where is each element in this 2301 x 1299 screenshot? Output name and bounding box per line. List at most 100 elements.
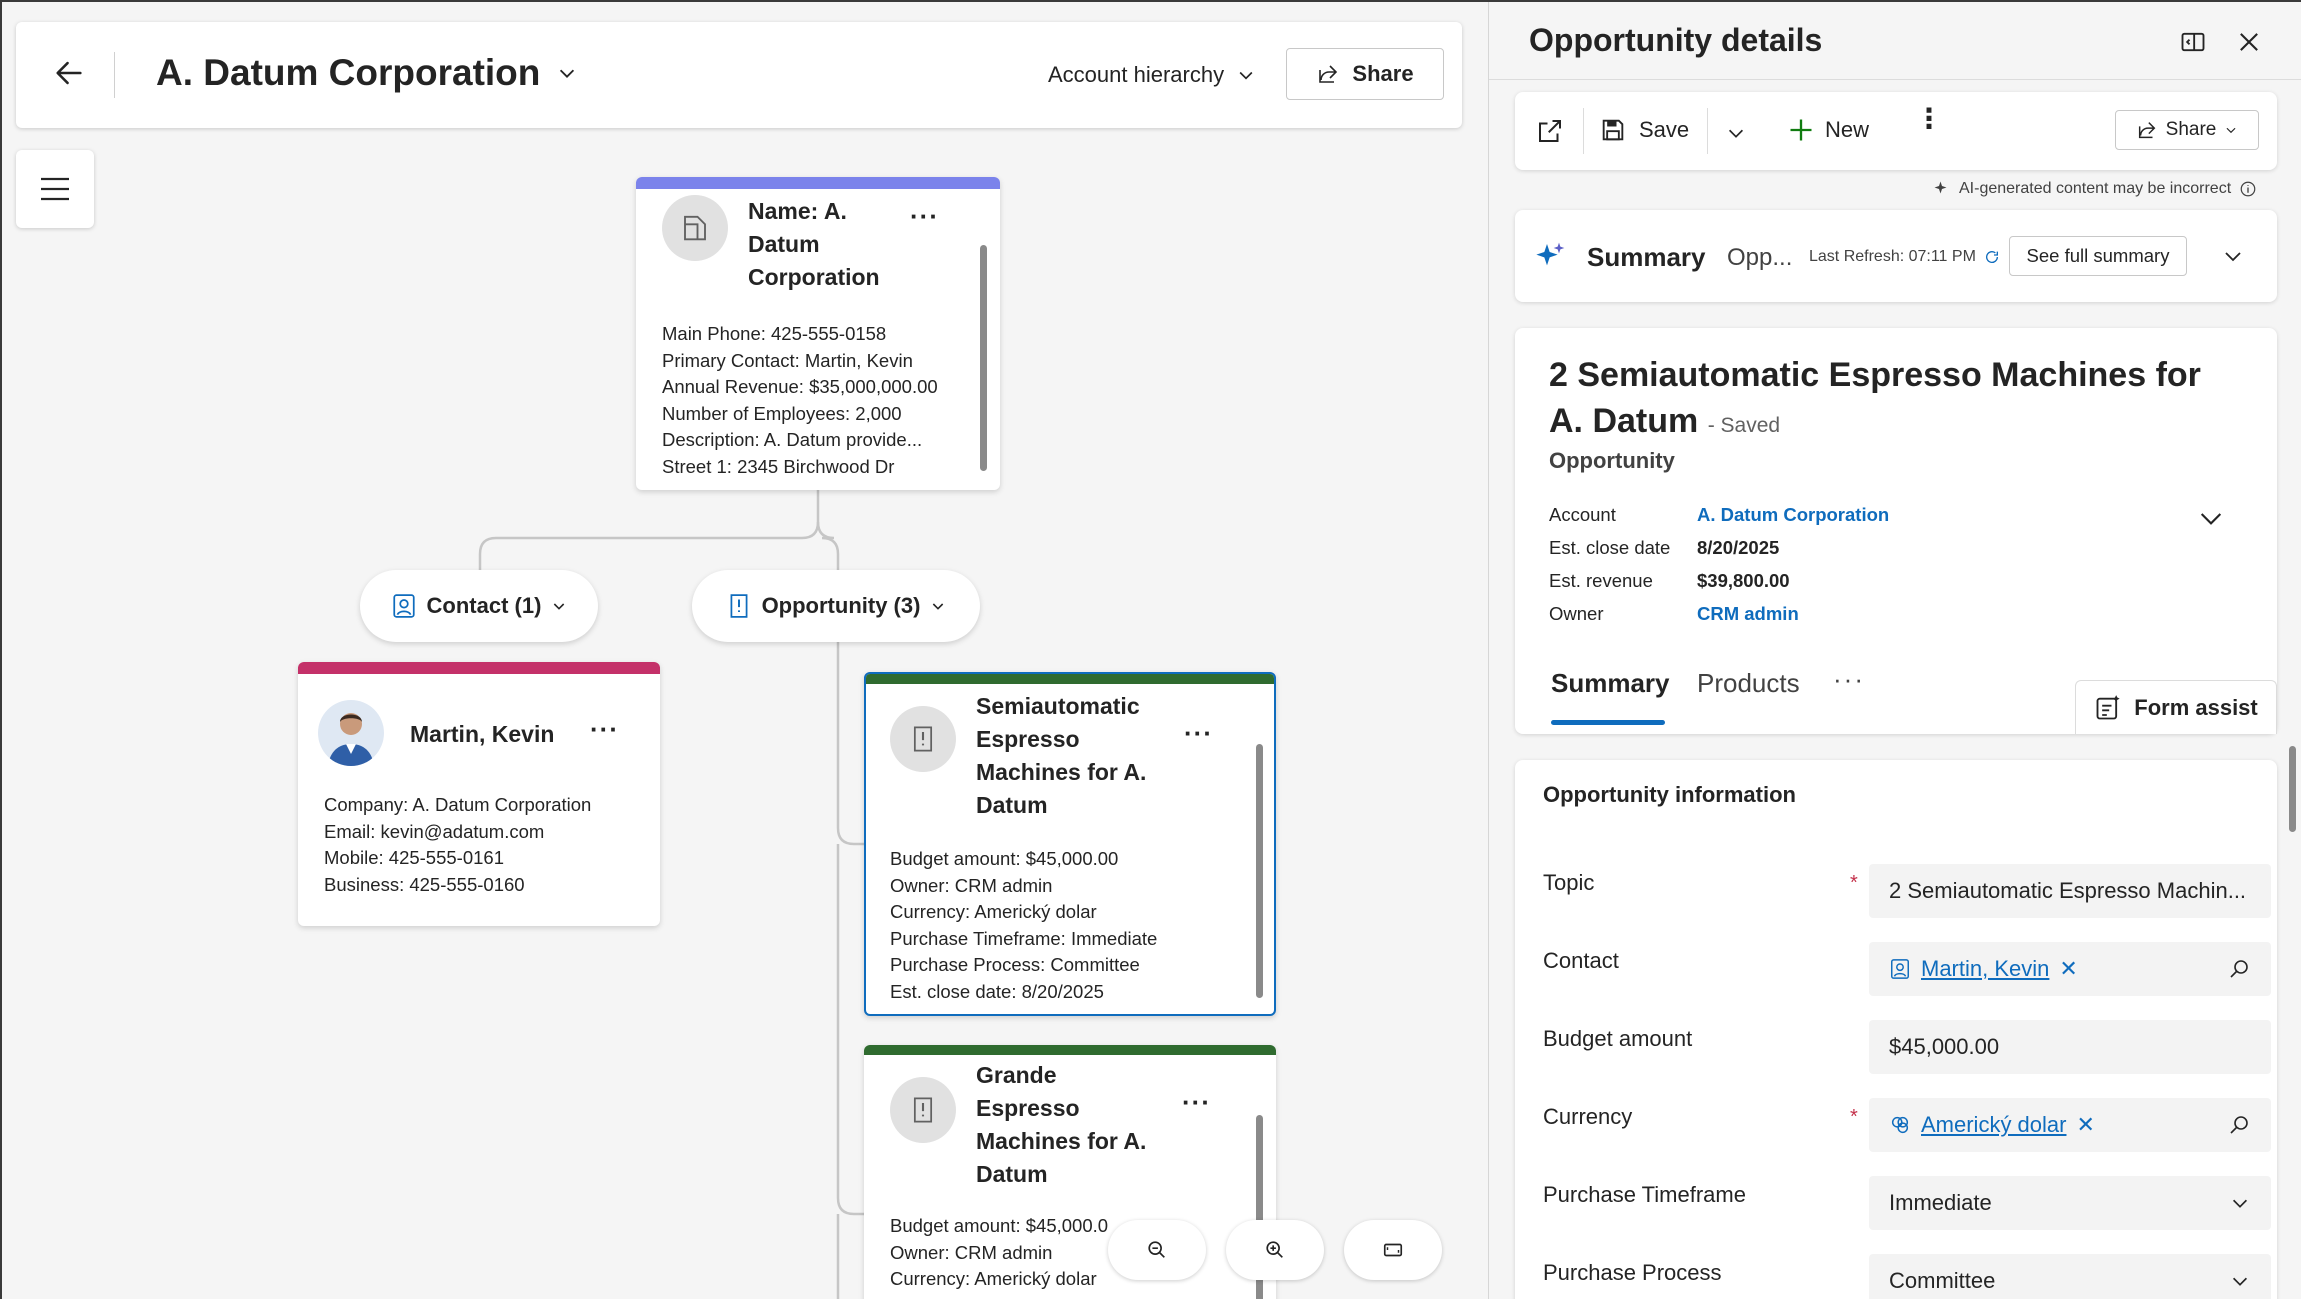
opportunity-card-selected[interactable]: Semiautomatic Espresso Machines for A. D…: [864, 672, 1276, 1016]
fit-screen-icon: [1382, 1239, 1404, 1261]
search-icon[interactable]: [2227, 1113, 2251, 1137]
form-assist-label: Form assist: [2134, 694, 2258, 720]
card-accent-bar: [298, 662, 660, 674]
record-title: 2 Semiautomatic Espresso Machines for A.…: [1549, 352, 2201, 449]
contact-link[interactable]: Martin, Kevin: [1921, 956, 2049, 982]
last-refresh: Last Refresh: 07:11 PM: [1809, 248, 2000, 266]
copilot-sparkle-icon: [1535, 240, 1567, 272]
budget-amount-input[interactable]: $45,000.00: [1869, 1020, 2271, 1074]
tab-summary[interactable]: Summary: [1551, 668, 1670, 699]
tab-products[interactable]: Products: [1697, 668, 1800, 699]
zoom-out-button[interactable]: [1108, 1220, 1206, 1280]
account-link[interactable]: A. Datum Corporation: [1697, 498, 1889, 531]
save-button[interactable]: Save: [1599, 116, 1689, 144]
close-icon[interactable]: [2235, 28, 2263, 56]
fit-to-screen-button[interactable]: [1344, 1220, 1442, 1280]
currency-link[interactable]: Americký dolar: [1921, 1112, 2066, 1138]
topic-label: Topic: [1543, 870, 1595, 895]
toolbar-divider: [1707, 108, 1708, 154]
saved-status: - Saved: [1707, 414, 1781, 437]
opportunity-card-details: Budget amount: $45,000.0 Owner: CRM admi…: [890, 1213, 1108, 1293]
title-line: Semiautomatic: [976, 693, 1140, 719]
share-label: Share: [2165, 119, 2217, 140]
record-title-line: 2 Semiautomatic Espresso Machines for: [1549, 356, 2201, 394]
more-commands-icon[interactable]: ⋮: [1915, 105, 1943, 133]
currency-lookup[interactable]: Americký dolar ✕: [1869, 1098, 2271, 1152]
card-scrollbar[interactable]: [1256, 744, 1263, 998]
opportunity-information-section: Opportunity information Topic * 2 Semiau…: [1515, 760, 2277, 1299]
contact-lookup[interactable]: Martin, Kevin ✕: [1869, 942, 2271, 996]
search-icon[interactable]: [2227, 957, 2251, 981]
chevron-down-icon: [2229, 1270, 2251, 1292]
new-label: New: [1825, 117, 1870, 142]
header-field-values: A. Datum Corporation 8/20/2025 $39,800.0…: [1697, 498, 1889, 630]
more-options-icon[interactable]: ···: [590, 714, 619, 745]
card-scrollbar[interactable]: [980, 245, 987, 471]
account-card-title: Name: A. Datum Corporation: [748, 195, 880, 294]
zoom-in-button[interactable]: [1226, 1220, 1324, 1280]
form-assist-button[interactable]: Form assist: [2075, 680, 2277, 734]
entity-type: Opportunity: [1549, 448, 1675, 473]
opportunity-card-title: Semiautomatic Espresso Machines for A. D…: [976, 690, 1146, 822]
expand-header-chevron-icon[interactable]: [2195, 502, 2227, 534]
expand-panel-icon[interactable]: [2179, 28, 2207, 56]
opportunity-group-pill[interactable]: Opportunity (3): [692, 570, 980, 642]
more-options-icon[interactable]: ···: [910, 201, 939, 232]
purchase-process-label: Purchase Process: [1543, 1260, 1722, 1285]
panel-share-button[interactable]: Share: [2115, 110, 2259, 150]
form-assist-icon: [2094, 694, 2122, 722]
share-icon: [2136, 119, 2158, 141]
zoom-in-icon: [1264, 1239, 1286, 1261]
more-tabs-icon[interactable]: ···: [1833, 664, 1865, 695]
chevron-down-icon[interactable]: [2221, 244, 2245, 268]
record-title-line: A. Datum: [1549, 402, 1699, 440]
chevron-down-icon: [2224, 123, 2238, 137]
opportunity-card[interactable]: Grande Espresso Machines for A. Datum ··…: [864, 1045, 1276, 1299]
currency-label: Currency: [1543, 1104, 1633, 1129]
remove-icon[interactable]: ✕: [2076, 1112, 2094, 1138]
chevron-down-icon: [2229, 1192, 2251, 1214]
title-line: Espresso: [976, 1095, 1080, 1121]
title-line: Datum: [976, 1161, 1048, 1187]
detail-line: Owner: CRM admin: [890, 874, 1053, 896]
header-field-value: $39,800.00: [1697, 570, 1790, 591]
header-field-labels: Account Est. close date Est. revenue Own…: [1549, 498, 1670, 630]
chevron-down-icon: [930, 598, 946, 614]
account-card[interactable]: Name: A. Datum Corporation ··· Main Phon…: [636, 177, 1000, 490]
header-field-label: Est. close date: [1549, 537, 1671, 558]
title-line: Datum: [748, 231, 820, 257]
purchase-timeframe-select[interactable]: Immediate: [1869, 1176, 2271, 1230]
contact-card-title: Martin, Kevin: [410, 721, 555, 747]
contact-icon: [391, 593, 417, 619]
account-card-details: Main Phone: 425-555-0158 Primary Contact…: [662, 321, 938, 480]
purchase-process-select[interactable]: Committee: [1869, 1254, 2271, 1299]
avatar: [318, 700, 384, 766]
title-line: Machines for A.: [976, 1128, 1147, 1154]
panel-scrollbar[interactable]: [2289, 746, 2296, 832]
detail-line: Business: 425-555-0160: [324, 873, 525, 895]
more-options-icon[interactable]: ···: [1182, 1087, 1211, 1118]
owner-link[interactable]: CRM admin: [1697, 597, 1889, 630]
detail-line: Description: A. Datum provide...: [662, 429, 923, 450]
open-in-new-window-icon[interactable]: [1535, 116, 1565, 146]
detail-line: Street 1: 2345 Birchwood Dr: [662, 455, 895, 477]
contact-group-pill[interactable]: Contact (1): [360, 570, 598, 642]
title-line: Espresso: [976, 726, 1080, 752]
detail-line: Currency: Americký dolar: [890, 901, 1097, 922]
info-icon[interactable]: [2239, 180, 2257, 198]
save-options-chevron-icon[interactable]: [1725, 122, 1747, 144]
opportunity-card-details: Budget amount: $45,000.00 Owner: CRM adm…: [890, 846, 1157, 1005]
purchase-timeframe-label: Purchase Timeframe: [1543, 1182, 1746, 1207]
see-full-summary-button[interactable]: See full summary: [2009, 236, 2187, 276]
header-field-label: Est. revenue: [1549, 570, 1653, 591]
new-button[interactable]: New: [1787, 116, 1869, 144]
refresh-icon[interactable]: [1984, 249, 2000, 265]
remove-icon[interactable]: ✕: [2059, 956, 2077, 982]
last-refresh-text: Last Refresh: 07:11 PM: [1809, 248, 1976, 265]
detail-line: Budget amount: $45,000.0: [890, 1215, 1109, 1236]
section-title: Opportunity information: [1543, 782, 1796, 807]
more-options-icon[interactable]: ···: [1184, 718, 1213, 749]
topic-input[interactable]: 2 Semiautomatic Espresso Machin...: [1869, 864, 2271, 918]
contact-card[interactable]: Martin, Kevin ··· Company: A. Datum Corp…: [298, 662, 660, 926]
opportunity-card-title: Grande Espresso Machines for A. Datum: [976, 1059, 1146, 1191]
